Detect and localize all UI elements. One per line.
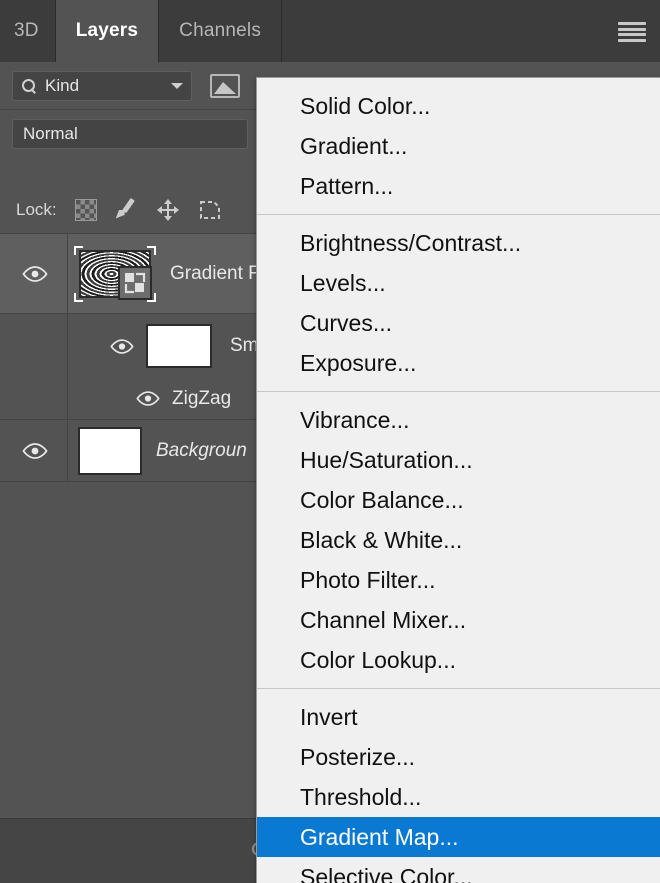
smart-filters-spacer: [0, 314, 68, 378]
tab-3d[interactable]: 3D: [0, 0, 56, 62]
lock-image-pixels-icon[interactable]: [113, 197, 139, 223]
lock-artboard-nesting-icon[interactable]: [197, 197, 223, 223]
smart-filters-label: Sm: [230, 335, 259, 356]
menu-item-pattern[interactable]: Pattern...: [257, 166, 660, 206]
eye-icon[interactable]: [136, 391, 160, 406]
menu-item-posterize[interactable]: Posterize...: [257, 737, 660, 777]
filter-kind-dropdown[interactable]: Kind: [12, 70, 192, 101]
menu-item-invert[interactable]: Invert: [257, 697, 660, 737]
layer-name: Gradient F: [170, 262, 260, 284]
eye-icon[interactable]: [110, 338, 134, 354]
white-thumbnail[interactable]: [146, 324, 212, 368]
menu-item-vibrance[interactable]: Vibrance...: [257, 400, 660, 440]
layer-visibility-toggle[interactable]: [0, 234, 68, 313]
tab-layers[interactable]: Layers: [55, 0, 160, 62]
menu-item-brightness-contrast[interactable]: Brightness/Contrast...: [257, 223, 660, 263]
menu-item-color-balance[interactable]: Color Balance...: [257, 480, 660, 520]
search-icon: [21, 78, 37, 94]
image-thumbnail-icon[interactable]: [210, 73, 240, 98]
menu-separator: [257, 391, 660, 392]
menu-item-gradient[interactable]: Gradient...: [257, 126, 660, 166]
white-thumbnail[interactable]: [78, 426, 142, 475]
menu-item-selective-color[interactable]: Selective Color...: [257, 857, 660, 883]
menu-item-hue-saturation[interactable]: Hue/Saturation...: [257, 440, 660, 480]
menu-item-gradient-map[interactable]: Gradient Map...: [257, 817, 660, 857]
menu-item-black-and-white[interactable]: Black & White...: [257, 520, 660, 560]
zigzag-spacer: [0, 378, 68, 419]
panel-menu-icon[interactable]: [618, 22, 646, 42]
tab-bar-filler: [282, 0, 660, 62]
eye-icon: [21, 266, 48, 282]
layer-name: Backgroun: [156, 439, 247, 461]
panel-tab-bar: 3D Layers Channels: [0, 0, 660, 62]
blend-mode-value: Normal: [23, 124, 78, 143]
selection-corner: [147, 245, 156, 255]
adjustment-layer-menu: Solid Color... Gradient... Pattern... Br…: [256, 77, 660, 883]
lock-label: Lock:: [16, 199, 57, 219]
lock-position-icon[interactable]: [155, 197, 181, 223]
tab-layers-label: Layers: [75, 20, 139, 41]
selection-corner: [74, 292, 83, 302]
menu-item-channel-mixer[interactable]: Channel Mixer...: [257, 600, 660, 640]
blend-mode-dropdown[interactable]: Normal: [12, 119, 248, 149]
selection-corner: [147, 292, 156, 302]
menu-item-levels[interactable]: Levels...: [257, 263, 660, 303]
filter-kind-value: Kind: [45, 75, 80, 95]
menu-separator: [257, 214, 660, 215]
menu-separator: [257, 688, 660, 689]
eye-icon: [21, 443, 48, 459]
menu-item-curves[interactable]: Curves...: [257, 303, 660, 343]
filter-effect-name: ZigZag: [172, 387, 232, 409]
chevron-down-icon: [171, 82, 183, 89]
tab-3d-label: 3D: [14, 20, 39, 41]
layers-panel: 3D Layers Channels Kind Normal Lock: Gra…: [0, 0, 660, 883]
selection-corner: [74, 245, 83, 255]
menu-item-exposure[interactable]: Exposure...: [257, 343, 660, 383]
menu-item-threshold[interactable]: Threshold...: [257, 777, 660, 817]
tab-channels-label: Channels: [179, 20, 262, 41]
layer-visibility-toggle[interactable]: [0, 420, 68, 481]
menu-item-color-lookup[interactable]: Color Lookup...: [257, 640, 660, 680]
layer-thumbnail[interactable]: [74, 245, 156, 302]
tab-channels[interactable]: Channels: [159, 0, 283, 62]
lock-transparent-pixels-icon[interactable]: [74, 198, 97, 221]
menu-item-photo-filter[interactable]: Photo Filter...: [257, 560, 660, 600]
menu-item-solid-color[interactable]: Solid Color...: [257, 86, 660, 126]
